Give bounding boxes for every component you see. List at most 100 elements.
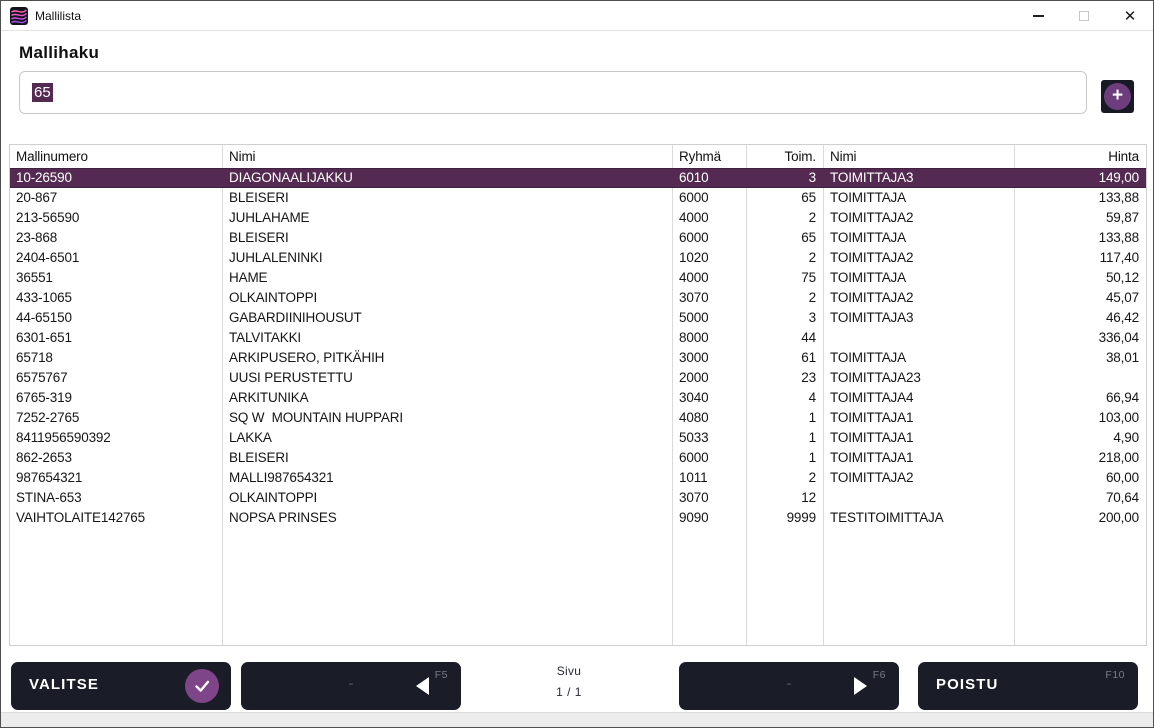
- table-cell: 1: [746, 408, 823, 428]
- previous-page-button[interactable]: - F5: [241, 662, 461, 710]
- table-cell: 3000: [672, 348, 746, 368]
- table-cell: 6010: [672, 168, 746, 188]
- table-cell: 44: [746, 328, 823, 348]
- column-header[interactable]: Ryhmä: [672, 145, 746, 168]
- table-cell: 59,87: [1014, 208, 1146, 228]
- table-cell: 50,12: [1014, 268, 1146, 288]
- column-header[interactable]: Hinta: [1014, 145, 1146, 168]
- table-cell: 3070: [672, 288, 746, 308]
- table-row[interactable]: 433-1065OLKAINTOPPI30702TOIMITTAJA245,07: [10, 288, 1146, 308]
- table-cell: 2: [746, 248, 823, 268]
- table-row[interactable]: 8411956590392LAKKA50331TOIMITTAJA14,90: [10, 428, 1146, 448]
- add-button[interactable]: +: [1101, 80, 1134, 113]
- table-cell: 12: [746, 488, 823, 508]
- table-row[interactable]: 44-65150GABARDIINIHOUSUT50003TOIMITTAJA3…: [10, 308, 1146, 328]
- table-cell: 1020: [672, 248, 746, 268]
- table-row[interactable]: 6575767UUSI PERUSTETTU200023TOIMITTAJA23: [10, 368, 1146, 388]
- table-cell: 4: [746, 388, 823, 408]
- table-cell: TOIMITTAJA2: [823, 208, 1014, 228]
- table-cell: 23-868: [10, 228, 222, 248]
- table-cell: TOIMITTAJA2: [823, 248, 1014, 268]
- column-header[interactable]: Nimi: [823, 145, 1014, 168]
- next-page-fkey: F6: [873, 669, 886, 681]
- table-cell: JUHLAHAME: [222, 208, 672, 228]
- table-cell: 61: [746, 348, 823, 368]
- minimize-button[interactable]: [1015, 1, 1061, 31]
- exit-button-label: POISTU: [936, 676, 998, 693]
- table-cell: TOIMITTAJA3: [823, 168, 1014, 188]
- table-cell: VAIHTOLAITE142765: [10, 508, 222, 528]
- maximize-icon: [1079, 11, 1089, 21]
- table-cell: TOIMITTAJA: [823, 188, 1014, 208]
- search-input[interactable]: 65: [19, 71, 1087, 114]
- triangle-right-icon: [854, 677, 867, 695]
- table-cell: MALLI987654321: [222, 468, 672, 488]
- close-button[interactable]: ✕: [1107, 1, 1153, 31]
- table-row[interactable]: 10-26590DIAGONAALIJAKKU60103TOIMITTAJA31…: [10, 168, 1146, 188]
- app-logo-icon: [10, 7, 28, 25]
- plus-icon: +: [1104, 83, 1131, 110]
- table-row[interactable]: VAIHTOLAITE142765NOPSA PRINSES90909999TE…: [10, 508, 1146, 528]
- table-cell: BLEISERI: [222, 188, 672, 208]
- table-cell: 20-867: [10, 188, 222, 208]
- table-cell: 2404-6501: [10, 248, 222, 268]
- table-cell: 6301-651: [10, 328, 222, 348]
- exit-button-fkey: F10: [1105, 669, 1125, 681]
- column-header[interactable]: Mallinumero: [10, 145, 222, 168]
- table-row[interactable]: 2404-6501JUHLALENINKI10202TOIMITTAJA2117…: [10, 248, 1146, 268]
- table-cell: OLKAINTOPPI: [222, 288, 672, 308]
- table-cell: 36551: [10, 268, 222, 288]
- table-cell: TESTITOIMITTAJA: [823, 508, 1014, 528]
- table-cell: 200,00: [1014, 508, 1146, 528]
- table-cell: 3: [746, 168, 823, 188]
- next-page-button[interactable]: - F6: [679, 662, 899, 710]
- table-cell: 4000: [672, 208, 746, 228]
- table-row[interactable]: 213-56590JUHLAHAME40002TOIMITTAJA259,87: [10, 208, 1146, 228]
- table-row[interactable]: 20-867BLEISERI600065TOIMITTAJA133,88: [10, 188, 1146, 208]
- minimize-icon: [1033, 15, 1044, 17]
- table-cell: HAME: [222, 268, 672, 288]
- select-button[interactable]: VALITSE: [11, 662, 231, 710]
- table-cell: 1: [746, 448, 823, 468]
- table-cell: 103,00: [1014, 408, 1146, 428]
- table-cell: 1: [746, 428, 823, 448]
- table-cell: 9090: [672, 508, 746, 528]
- table-cell: DIAGONAALIJAKKU: [222, 168, 672, 188]
- table-cell: 75: [746, 268, 823, 288]
- table-cell: 23: [746, 368, 823, 388]
- table-cell: TOIMITTAJA1: [823, 428, 1014, 448]
- table-cell: OLKAINTOPPI: [222, 488, 672, 508]
- table-row[interactable]: 23-868BLEISERI600065TOIMITTAJA133,88: [10, 228, 1146, 248]
- column-header[interactable]: Nimi: [222, 145, 672, 168]
- table-cell: TOIMITTAJA3: [823, 308, 1014, 328]
- table-cell: 3040: [672, 388, 746, 408]
- select-button-label: VALITSE: [29, 676, 99, 693]
- table-cell: TOIMITTAJA: [823, 228, 1014, 248]
- table-cell: BLEISERI: [222, 448, 672, 468]
- table-cell: 66,94: [1014, 388, 1146, 408]
- table-row[interactable]: STINA-653OLKAINTOPPI30701270,64: [10, 488, 1146, 508]
- table-cell: 862-2653: [10, 448, 222, 468]
- table-row[interactable]: 987654321MALLI98765432110112TOIMITTAJA26…: [10, 468, 1146, 488]
- titlebar: Mallilista ✕: [1, 1, 1153, 31]
- table-cell: 6765-319: [10, 388, 222, 408]
- table-cell: TOIMITTAJA4: [823, 388, 1014, 408]
- table-row[interactable]: 36551HAME400075TOIMITTAJA50,12: [10, 268, 1146, 288]
- table-cell: ARKIPUSERO, PITKÄHIH: [222, 348, 672, 368]
- table-row[interactable]: 6301-651TALVITAKKI800044336,04: [10, 328, 1146, 348]
- maximize-button[interactable]: [1061, 1, 1107, 31]
- table-row[interactable]: 6765-319ARKITUNIKA30404TOIMITTAJA466,94: [10, 388, 1146, 408]
- table-cell: 45,07: [1014, 288, 1146, 308]
- table-row[interactable]: 862-2653BLEISERI60001TOIMITTAJA1218,00: [10, 448, 1146, 468]
- table-cell: GABARDIINIHOUSUT: [222, 308, 672, 328]
- table-cell: 3: [746, 308, 823, 328]
- table-cell: BLEISERI: [222, 228, 672, 248]
- column-header[interactable]: Toim.: [746, 145, 823, 168]
- table-cell: 8411956590392: [10, 428, 222, 448]
- table-row[interactable]: 65718ARKIPUSERO, PITKÄHIH300061TOIMITTAJ…: [10, 348, 1146, 368]
- table-row[interactable]: 7252-2765SQ W MOUNTAIN HUPPARI40801TOIMI…: [10, 408, 1146, 428]
- table-cell: TALVITAKKI: [222, 328, 672, 348]
- exit-button[interactable]: POISTU F10: [918, 662, 1138, 710]
- table-cell: 65: [746, 188, 823, 208]
- table-cell: 7252-2765: [10, 408, 222, 428]
